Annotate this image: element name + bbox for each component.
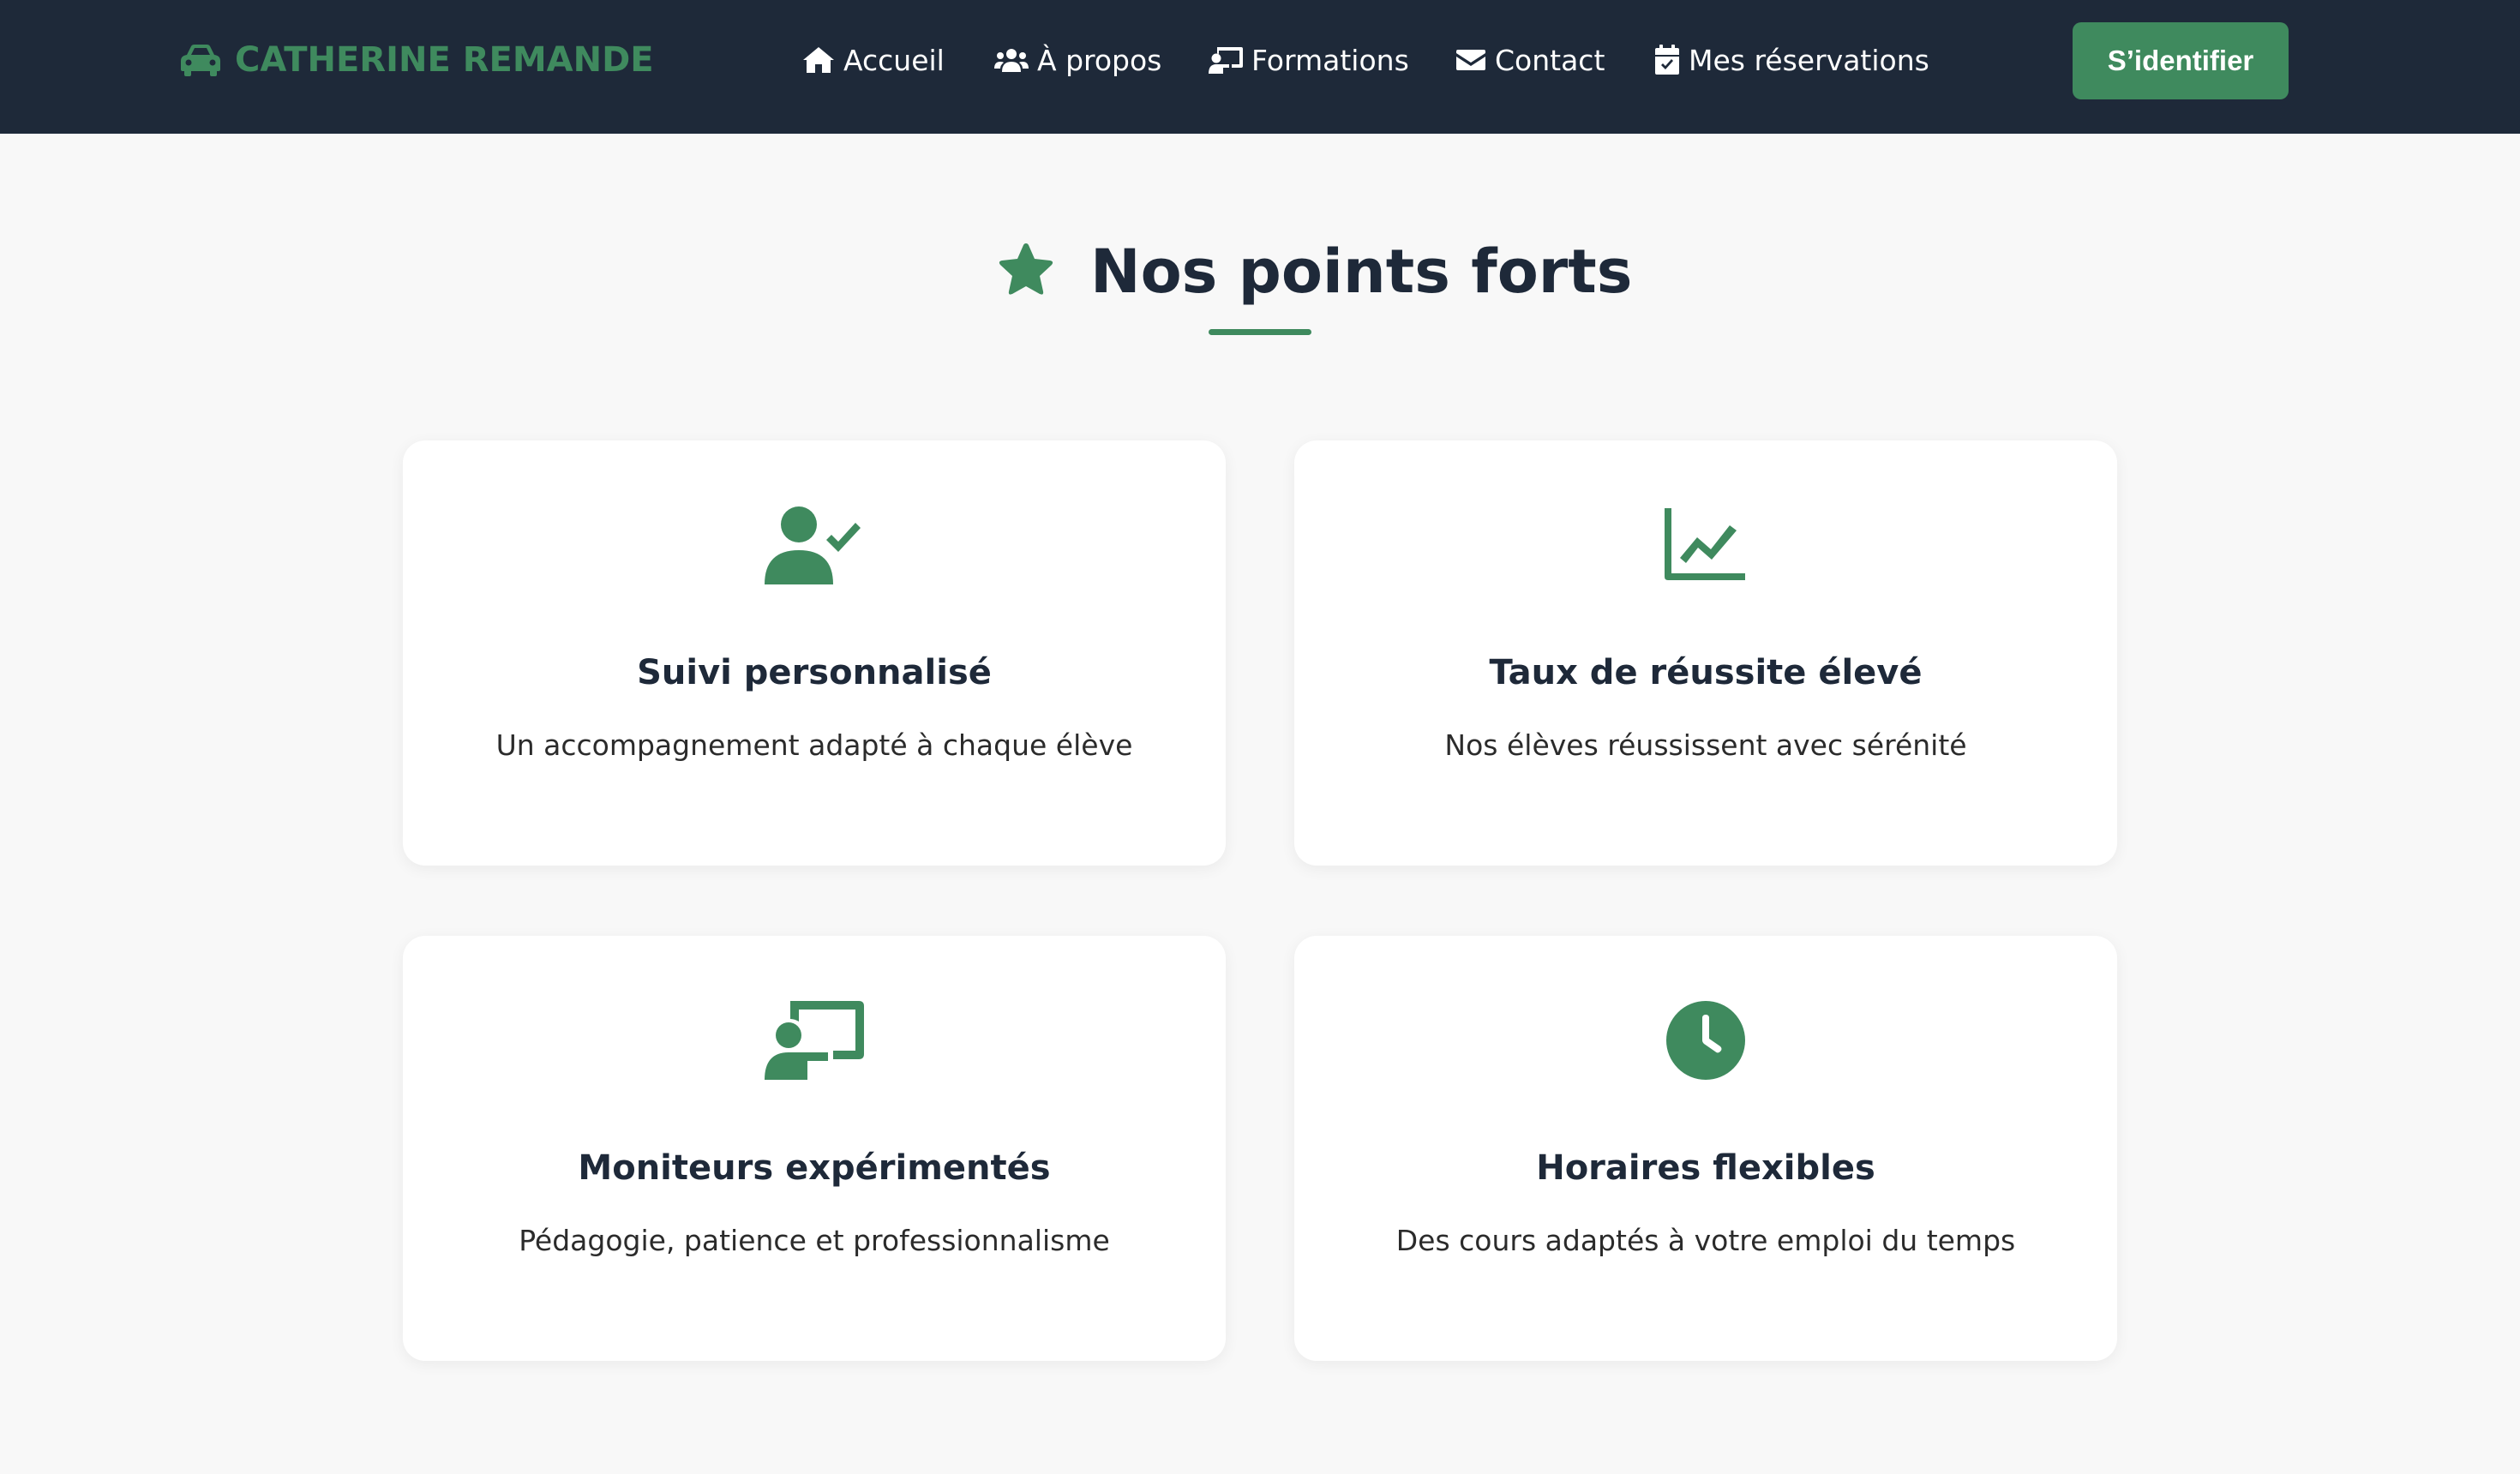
chalkboard-teacher-icon [1209,47,1243,74]
feature-icon-wrapper [763,502,866,588]
brand-name: CATHERINE REMANDE [235,40,654,80]
brand-logo-link[interactable]: CATHERINE REMANDE [178,38,654,82]
user-check-icon [765,506,861,584]
feature-card: Moniteurs expérimentés Pédagogie, patien… [403,936,1226,1361]
envelope-icon [1456,50,1485,70]
feature-icon-wrapper [763,998,866,1083]
chalkboard-teacher-icon [765,1001,864,1080]
feature-icon-wrapper [1654,502,1757,588]
top-navbar: CATHERINE REMANDE Accueil À propos Forma… [0,0,2520,134]
nav-item-label: Contact [1495,43,1605,77]
feature-title: Suivi personnalisé [637,653,992,692]
feature-title: Moniteurs expérimentés [578,1148,1051,1188]
star-icon [999,243,1053,295]
nav-item-contact[interactable]: Contact [1455,38,1605,82]
section-heading: Nos points forts [994,233,1632,310]
feature-icon-wrapper [1654,998,1757,1083]
feature-description: Des cours adaptés à votre emploi du temp… [1395,1224,2016,1257]
login-button[interactable]: S’identifier [2073,22,2289,99]
feature-card: Taux de réussite élevé Nos élèves réussi… [1294,440,2117,866]
nav-item-accueil[interactable]: Accueil [802,38,945,82]
chart-line-icon [1665,508,1745,580]
nav-item-label: Accueil [843,43,945,77]
calendar-check-icon [1655,45,1679,75]
car-icon [181,45,220,76]
section-title: Nos points forts [1090,237,1633,307]
home-icon [803,47,834,73]
feature-card: Horaires flexibles Des cours adaptés à v… [1294,936,2117,1361]
feature-card: Suivi personnalisé Un accompagnement ada… [403,440,1226,866]
title-underline [1209,329,1311,335]
feature-description: Nos élèves réussissent avec sérénité [1444,728,1967,762]
feature-description: Un accompagnement adapté à chaque élève [495,728,1133,762]
users-icon [994,49,1029,72]
nav-item-mes-reservations[interactable]: Mes réservations [1654,38,1929,82]
nav-item-label: Formations [1251,43,1409,77]
clock-icon [1666,1001,1745,1080]
nav-item-label: Mes réservations [1689,43,1929,77]
feature-title: Horaires flexibles [1536,1148,1875,1188]
nav-item-formations[interactable]: Formations [1209,38,1409,82]
feature-description: Pédagogie, patience et professionnalisme [519,1224,1110,1257]
nav-item-label: À propos [1037,43,1162,77]
feature-title: Taux de réussite élevé [1489,653,1923,692]
nav-item-a-propos[interactable]: À propos [994,38,1161,82]
